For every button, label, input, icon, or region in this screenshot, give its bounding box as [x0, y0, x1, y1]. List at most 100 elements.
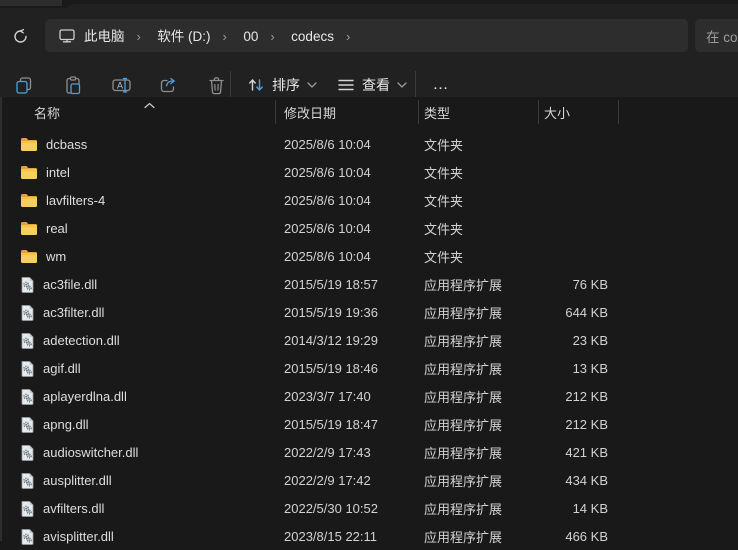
file-type: 应用程序扩展 — [424, 387, 538, 406]
column-divider[interactable] — [418, 100, 419, 124]
file-name: ausplitter.dll — [43, 473, 112, 488]
file-row[interactable]: intel 2025/8/6 10:04 文件夹 — [0, 158, 738, 186]
chevron-right-icon: › — [340, 29, 356, 44]
file-date-modified: 2015/5/19 18:57 — [284, 277, 424, 292]
column-divider[interactable] — [275, 100, 276, 124]
file-date-modified: 2014/3/12 19:29 — [284, 333, 424, 348]
column-header-name[interactable]: 名称 — [34, 97, 60, 127]
file-type: 应用程序扩展 — [424, 499, 538, 518]
rename-icon: A — [111, 75, 132, 95]
dll-file-icon — [20, 360, 35, 377]
folder-icon — [20, 137, 38, 152]
file-row[interactable]: avfilters.dll 2022/5/30 10:52 应用程序扩展 14 … — [0, 494, 738, 522]
file-row[interactable]: lavfilters-4 2025/8/6 10:04 文件夹 — [0, 186, 738, 214]
file-date-modified: 2023/8/15 22:11 — [284, 529, 424, 544]
file-row[interactable]: real 2025/8/6 10:04 文件夹 — [0, 214, 738, 242]
file-row[interactable]: adetection.dll 2014/3/12 19:29 应用程序扩展 23… — [0, 326, 738, 354]
toolbar-separator — [230, 71, 231, 99]
dll-file-icon — [20, 444, 35, 461]
search-box[interactable]: 在 co — [695, 19, 738, 52]
file-size: 13 KB — [538, 361, 608, 376]
file-type: 应用程序扩展 — [424, 471, 538, 490]
file-type: 应用程序扩展 — [424, 331, 538, 350]
file-date-modified: 2023/3/7 17:40 — [284, 389, 424, 404]
delete-icon — [207, 75, 226, 95]
column-divider[interactable] — [538, 100, 539, 124]
dll-file-icon — [20, 304, 35, 321]
file-name: ac3file.dll — [43, 277, 97, 292]
dll-file-icon — [20, 472, 35, 489]
search-placeholder: 在 co — [706, 26, 738, 46]
file-type: 应用程序扩展 — [424, 415, 538, 434]
dll-file-icon — [20, 500, 35, 517]
file-row[interactable]: dcbass 2025/8/6 10:04 文件夹 — [0, 130, 738, 158]
file-date-modified: 2015/5/19 18:46 — [284, 361, 424, 376]
file-row[interactable]: apng.dll 2015/5/19 18:47 应用程序扩展 212 KB — [0, 410, 738, 438]
file-row[interactable]: ausplitter.dll 2022/2/9 17:42 应用程序扩展 434… — [0, 466, 738, 494]
toolbar-separator — [415, 71, 416, 99]
file-type: 应用程序扩展 — [424, 303, 538, 322]
file-date-modified: 2025/8/6 10:04 — [284, 249, 424, 264]
column-divider[interactable] — [618, 100, 619, 124]
chevron-right-icon: › — [217, 29, 233, 44]
file-size: 23 KB — [538, 333, 608, 348]
file-name: avfilters.dll — [43, 501, 104, 516]
file-date-modified: 2022/2/9 17:42 — [284, 473, 424, 488]
file-size: 14 KB — [538, 501, 608, 516]
explorer-chrome: 此电脑› 软件 (D:)› 00› codecs› 在 co A — [0, 8, 738, 97]
breadcrumb-item[interactable]: 此电脑 — [78, 26, 131, 47]
paste-icon — [63, 75, 83, 95]
column-header-size[interactable]: 大小 — [544, 97, 570, 127]
file-type: 应用程序扩展 — [424, 527, 538, 546]
sort-icon — [247, 76, 265, 94]
file-name: real — [46, 221, 68, 236]
file-row[interactable]: audioswitcher.dll 2022/2/9 17:43 应用程序扩展 … — [0, 438, 738, 466]
tab-fragment — [0, 0, 62, 6]
file-type: 文件夹 — [424, 219, 538, 238]
column-header-type[interactable]: 类型 — [424, 97, 450, 127]
view-icon — [337, 78, 355, 92]
folder-icon — [20, 193, 38, 208]
file-type: 应用程序扩展 — [424, 443, 538, 462]
file-row[interactable]: aplayerdlna.dll 2023/3/7 17:40 应用程序扩展 21… — [0, 382, 738, 410]
file-date-modified: 2025/8/6 10:04 — [284, 137, 424, 152]
file-row[interactable]: agif.dll 2015/5/19 18:46 应用程序扩展 13 KB — [0, 354, 738, 382]
sort-label: 排序 — [272, 75, 300, 95]
pane-left-edge — [0, 97, 2, 541]
file-type: 应用程序扩展 — [424, 275, 538, 294]
file-row[interactable]: avisplitter.dll 2023/8/15 22:11 应用程序扩展 4… — [0, 522, 738, 550]
chevron-down-icon — [307, 82, 317, 88]
address-bar[interactable]: 此电脑› 软件 (D:)› 00› codecs› — [45, 19, 688, 52]
breadcrumb-item[interactable]: codecs — [285, 26, 340, 47]
dll-file-icon — [20, 276, 35, 293]
this-pc-icon — [58, 28, 76, 44]
file-name: avisplitter.dll — [43, 529, 114, 544]
file-date-modified: 2025/8/6 10:04 — [284, 193, 424, 208]
file-date-modified: 2015/5/19 18:47 — [284, 417, 424, 432]
column-header-date[interactable]: 修改日期 — [284, 97, 336, 127]
file-date-modified: 2025/8/6 10:04 — [284, 165, 424, 180]
file-type: 文件夹 — [424, 247, 538, 266]
ellipsis-icon: … — [433, 76, 450, 94]
file-name: aplayerdlna.dll — [43, 389, 127, 404]
file-name: apng.dll — [43, 417, 89, 432]
chevron-down-icon — [397, 82, 407, 88]
file-type: 文件夹 — [424, 135, 538, 154]
refresh-button[interactable] — [4, 20, 36, 52]
file-row[interactable]: ac3filter.dll 2015/5/19 19:36 应用程序扩展 644… — [0, 298, 738, 326]
file-date-modified: 2015/5/19 19:36 — [284, 305, 424, 320]
file-row[interactable]: wm 2025/8/6 10:04 文件夹 — [0, 242, 738, 270]
file-row[interactable]: ac3file.dll 2015/5/19 18:57 应用程序扩展 76 KB — [0, 270, 738, 298]
breadcrumb-item[interactable]: 软件 (D:) — [151, 26, 216, 47]
breadcrumb-item[interactable]: 00 — [237, 26, 264, 47]
file-size: 212 KB — [538, 389, 608, 404]
file-name: dcbass — [46, 137, 87, 152]
file-size: 76 KB — [538, 277, 608, 292]
file-size: 434 KB — [538, 473, 608, 488]
breadcrumb: 此电脑› 软件 (D:)› 00› codecs› — [78, 25, 356, 46]
file-name: ac3filter.dll — [43, 305, 104, 320]
file-size: 421 KB — [538, 445, 608, 460]
file-name: intel — [46, 165, 70, 180]
file-size: 644 KB — [538, 305, 608, 320]
file-name: adetection.dll — [43, 333, 120, 348]
